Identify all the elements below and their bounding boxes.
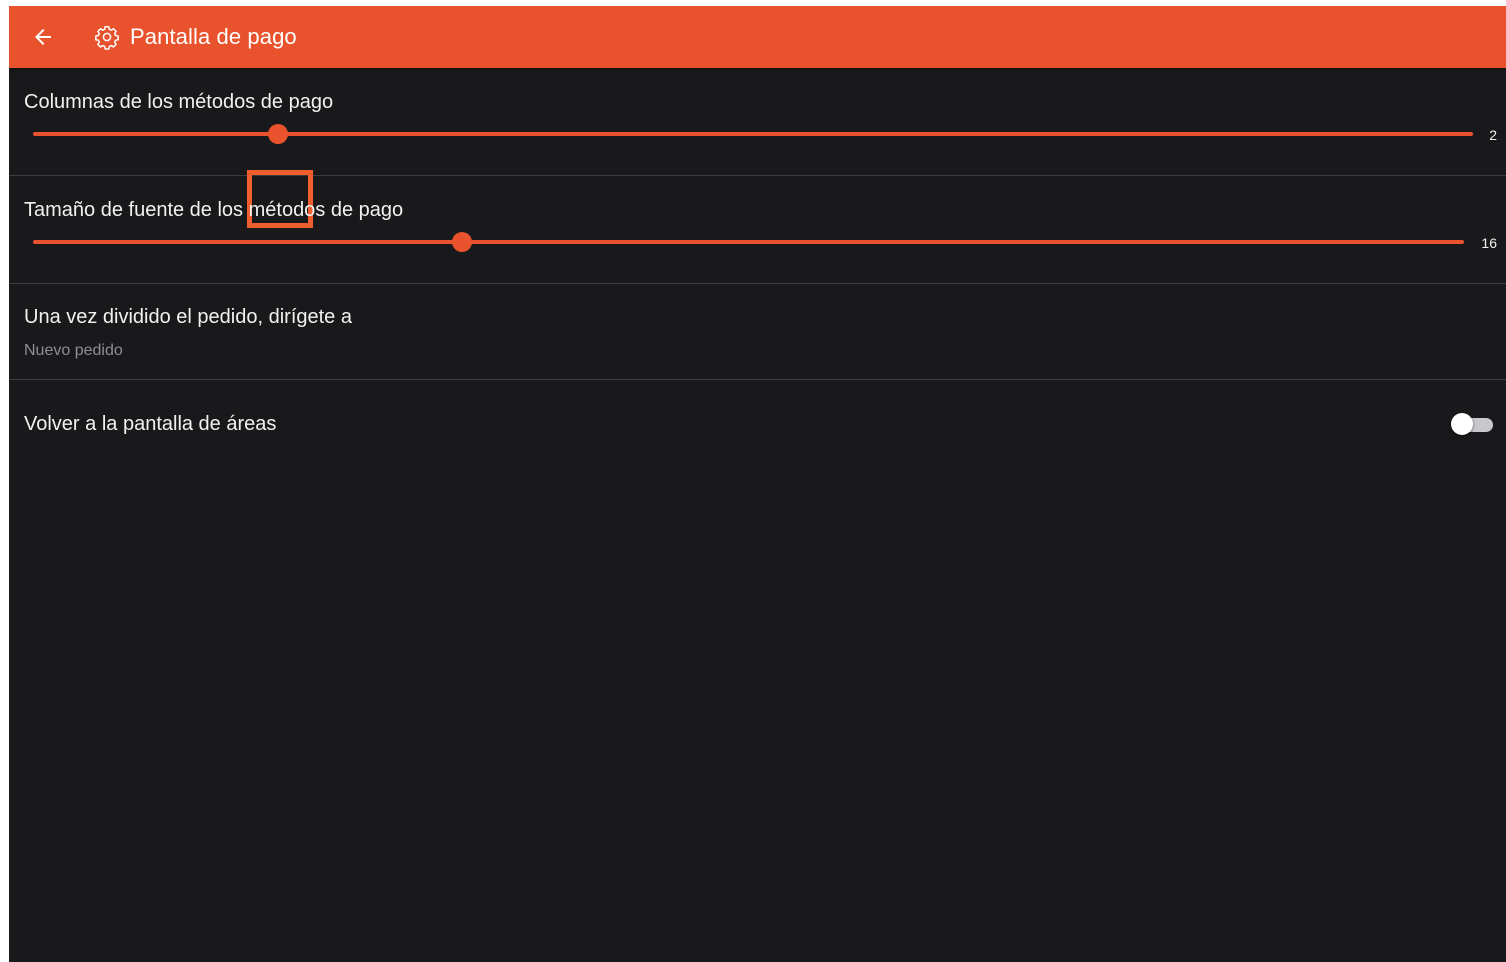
return-to-areas-toggle[interactable]	[1451, 413, 1493, 435]
setting-label: Tamaño de fuente de los métodos de pago	[24, 199, 404, 221]
setting-label: Columnas de los métodos de pago	[24, 91, 334, 113]
back-button[interactable]	[21, 15, 65, 59]
gear-icon	[93, 23, 121, 51]
slider-thumb[interactable]	[452, 232, 473, 252]
setting-payment-columns: Columnas de los métodos de pago 2	[9, 68, 1506, 228]
slider-track[interactable]	[33, 132, 1473, 136]
setting-payment-font-size: Tamaño de fuente de los métodos de pago …	[9, 176, 1506, 284]
page-title: Pantalla de pago	[130, 24, 297, 49]
slider-value: 16	[1481, 235, 1497, 251]
setting-return-to-areas[interactable]: Volver a la pantalla de áreas	[9, 380, 1506, 470]
toggle-thumb	[1451, 413, 1473, 435]
setting-label: Una vez dividido el pedido, dirígete a	[24, 306, 352, 328]
slider-thumb[interactable]	[267, 124, 288, 144]
app-window: Pantalla de pago Columnas de los métodos…	[9, 6, 1506, 962]
payment-font-size-slider[interactable]	[33, 232, 1464, 252]
slider-value: 2	[1489, 127, 1497, 143]
setting-label: Volver a la pantalla de áreas	[24, 413, 277, 435]
app-bar: Pantalla de pago	[9, 6, 1506, 68]
payment-columns-slider[interactable]	[33, 124, 1473, 144]
arrow-left-icon	[35, 29, 51, 45]
setting-value: Nuevo pedido	[24, 342, 123, 359]
slider-track[interactable]	[33, 240, 1464, 244]
setting-after-split-destination[interactable]: Una vez dividido el pedido, dirígete a N…	[9, 284, 1506, 380]
